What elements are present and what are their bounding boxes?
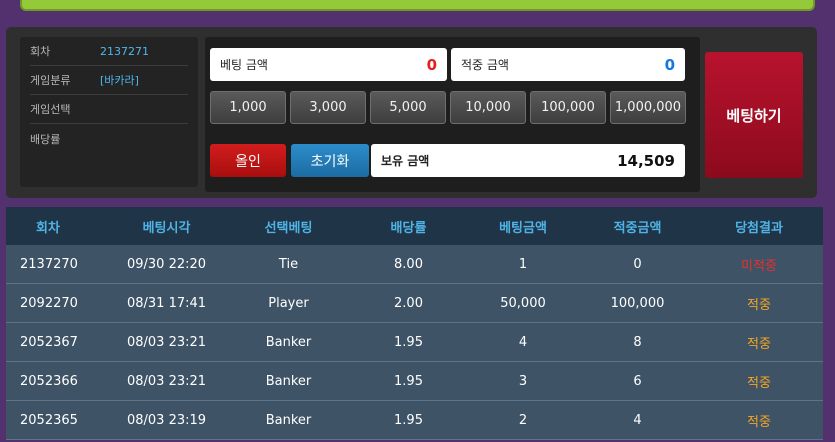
bet-amount-value: 0	[426, 55, 437, 74]
cell-result: 미적중	[741, 258, 777, 274]
table-row: 2092270 08/31 17:41 Player 2.00 50,000 1…	[6, 284, 823, 323]
header-hit-amount: 적중금액	[613, 220, 662, 236]
cell-odds: 8.00	[394, 256, 423, 272]
cell-result: 적중	[747, 297, 771, 313]
cell-result: 적중	[747, 414, 771, 430]
place-bet-button[interactable]: 베팅하기	[705, 52, 803, 178]
cell-bet-amount: 2	[518, 412, 528, 428]
betting-panel: 회차 2137271 게임분류 [바카라] 게임선택 배당률 베팅 금액 0 적…	[6, 27, 817, 198]
header-bet-amount: 베팅금액	[499, 220, 547, 236]
cell-odds: 2.00	[394, 295, 423, 311]
bet-amount-field: 베팅 금액 0	[210, 48, 447, 81]
cell-result: 적중	[747, 336, 771, 352]
odds-label: 배당률	[30, 132, 61, 146]
cell-round: 2052367	[20, 334, 78, 350]
cell-selection: Banker	[265, 334, 312, 350]
chip-10000-button[interactable]: 10,000	[450, 91, 526, 124]
table-row: 2137270 09/30 22:20 Tie 8.00 1 0 미적중	[6, 245, 823, 284]
balance-label: 보유 금액	[381, 154, 430, 168]
cell-bet-amount: 1	[518, 256, 528, 272]
chip-3000-button[interactable]: 3,000	[290, 91, 366, 124]
chip-5000-button[interactable]: 5,000	[370, 91, 446, 124]
hit-amount-field: 적중 금액 0	[451, 48, 685, 81]
cell-bet-time: 08/03 23:21	[126, 334, 207, 350]
game-select-label: 게임선택	[30, 103, 71, 116]
bet-amount-label: 베팅 금액	[220, 58, 268, 72]
game-type-value: [바카라]	[100, 74, 139, 87]
cell-bet-time: 08/03 23:19	[126, 412, 207, 428]
table-row: 2052366 08/03 23:21 Banker 1.95 3 6 적중	[6, 362, 823, 401]
odds-row: 배당률	[30, 124, 188, 153]
cell-selection: Tie	[278, 256, 299, 272]
round-info-box: 회차 2137271 게임분류 [바카라] 게임선택 배당률	[20, 37, 198, 187]
cell-round: 2137270	[20, 256, 78, 272]
cell-round: 2092270	[20, 295, 78, 311]
bet-history-table: 회차 베팅시각 선택베팅 배당률 베팅금액 적중금액 당첨결과 2137270 …	[6, 207, 823, 442]
table-row: 2052365 08/03 23:19 Banker 1.95 2 4 적중	[6, 401, 823, 440]
cell-bet-amount: 4	[518, 334, 528, 350]
chip-100000-button[interactable]: 100,000	[530, 91, 606, 124]
cell-bet-amount: 50,000	[500, 295, 546, 311]
round-label: 회차	[30, 45, 51, 58]
chip-1000-button[interactable]: 1,000	[210, 91, 286, 124]
cell-selection: Banker	[265, 412, 312, 428]
cell-round: 2052366	[20, 373, 78, 389]
game-select-row: 게임선택	[30, 95, 188, 124]
hit-amount-value: 0	[664, 55, 675, 74]
cell-bet-time: 08/03 23:21	[126, 373, 207, 389]
cell-hit-amount: 100,000	[610, 295, 665, 311]
header-bet-time: 베팅시각	[142, 220, 191, 236]
cell-odds: 1.95	[394, 334, 423, 350]
balance-field: 보유 금액 14,509	[371, 144, 685, 177]
hit-amount-label: 적중 금액	[461, 58, 509, 72]
cell-round: 2052365	[20, 412, 78, 428]
chip-1000000-button[interactable]: 1,000,000	[610, 91, 686, 124]
table-header-row: 회차 베팅시각 선택베팅 배당률 베팅금액 적중금액 당첨결과	[6, 207, 823, 245]
header-odds: 배당률	[390, 220, 427, 236]
cell-hit-amount: 0	[633, 256, 642, 272]
header-round: 회차	[36, 220, 60, 236]
bet-input-area: 베팅 금액 0 적중 금액 0 1,000 3,000 5,000 10,000…	[205, 37, 700, 192]
cell-result: 적중	[747, 375, 771, 391]
cell-hit-amount: 4	[633, 412, 642, 428]
cell-selection: Banker	[265, 373, 312, 389]
round-row: 회차 2137271	[30, 37, 188, 66]
header-selection: 선택베팅	[264, 220, 313, 236]
header-result: 당첨결과	[735, 220, 783, 236]
cell-bet-time: 09/30 22:20	[126, 256, 207, 272]
cell-bet-time: 08/31 17:41	[126, 295, 207, 311]
cell-bet-amount: 3	[518, 373, 528, 389]
cell-hit-amount: 6	[633, 373, 642, 389]
game-type-label: 게임분류	[30, 74, 71, 87]
cell-hit-amount: 8	[633, 334, 642, 350]
game-type-row: 게임분류 [바카라]	[30, 66, 188, 95]
table-row: 2052367 08/03 23:21 Banker 1.95 4 8 적중	[6, 323, 823, 362]
balance-value: 14,509	[617, 151, 675, 170]
cell-selection: Player	[268, 295, 309, 311]
reset-button[interactable]: 초기화	[291, 144, 369, 177]
top-bar	[20, 0, 815, 11]
all-in-button[interactable]: 올인	[210, 144, 286, 177]
round-value: 2137271	[100, 44, 149, 58]
cell-odds: 1.95	[394, 412, 423, 428]
cell-odds: 1.95	[394, 373, 423, 389]
